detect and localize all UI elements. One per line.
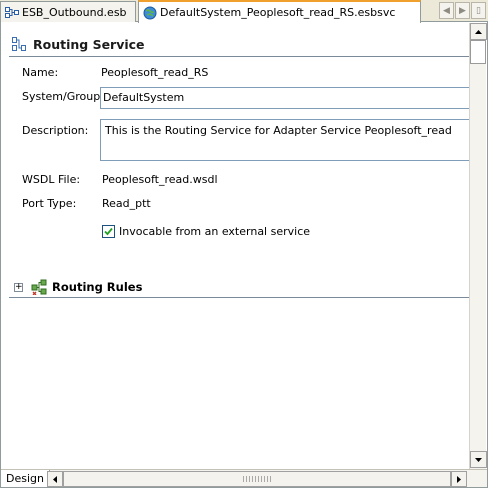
editor-tab-strip: ESB_Outbound.esb DefaultSystem_Peoplesof… — [0, 0, 488, 23]
routing-rules-divider — [9, 297, 469, 298]
wsdl-file-value: Peoplesoft_read.wsdl — [102, 173, 218, 186]
routing-rules-icon — [31, 279, 47, 296]
expand-plus-icon[interactable]: + — [14, 282, 23, 292]
wsdl-file-label: WSDL File: — [22, 173, 81, 186]
tab-default-system-esbsvc[interactable]: DefaultSystem_Peoplesoft_read_RS.esbsvc — [138, 0, 421, 23]
horizontal-scrollbar[interactable] — [47, 471, 467, 487]
scroll-right-arrow-icon[interactable] — [451, 471, 467, 487]
routing-service-icon — [11, 36, 27, 52]
name-label: Name: — [22, 66, 59, 79]
name-value: Peoplesoft_read_RS — [101, 66, 209, 79]
scroll-left-icon[interactable]: ◀ — [439, 2, 454, 19]
bottom-bar: Design — [1, 469, 487, 487]
invocable-checkbox[interactable]: Invocable from an external service — [102, 225, 310, 238]
routing-rules-label: Routing Rules — [52, 280, 143, 294]
checkbox-check-icon[interactable] — [102, 225, 115, 238]
invocable-label: Invocable from an external service — [119, 225, 311, 238]
system-group-label: System/Group: — [22, 90, 104, 103]
section-header: Routing Service — [11, 36, 145, 52]
port-type-value: Read_ptt — [102, 197, 151, 210]
grip-icon — [243, 476, 271, 482]
scroll-right-icon[interactable]: ▶ — [455, 2, 470, 19]
tab-list-icon[interactable]: ▯ — [471, 2, 486, 19]
tab-label: DefaultSystem_Peoplesoft_read_RS.esbsvc — [160, 6, 396, 19]
port-type-label: Port Type: — [22, 197, 77, 210]
system-group-field[interactable]: DefaultSystem — [100, 87, 469, 109]
description-field[interactable]: This is the Routing Service for Adapter … — [100, 119, 469, 161]
esb-diagram-icon — [5, 5, 19, 19]
scroll-down-icon[interactable] — [470, 451, 487, 468]
description-label: Description: — [22, 124, 89, 137]
routing-rules-header[interactable]: + Routing Rules — [14, 279, 143, 296]
tab-esb-outbound[interactable]: ESB_Outbound.esb — [0, 1, 136, 22]
globe-service-icon — [143, 6, 157, 20]
scroll-left-arrow-icon[interactable] — [47, 471, 63, 487]
tab-label: ESB_Outbound.esb — [22, 5, 127, 19]
vertical-scrollbar[interactable] — [469, 23, 487, 469]
section-divider — [9, 56, 469, 57]
routing-service-editor: Routing Service Name: Peoplesoft_read_RS… — [1, 23, 469, 469]
horizontal-scroll-thumb[interactable] — [63, 471, 451, 487]
design-tab[interactable]: Design — [1, 470, 50, 487]
scroll-up-icon[interactable] — [470, 23, 487, 40]
section-title: Routing Service — [33, 36, 145, 52]
vertical-scroll-thumb[interactable] — [470, 40, 486, 64]
